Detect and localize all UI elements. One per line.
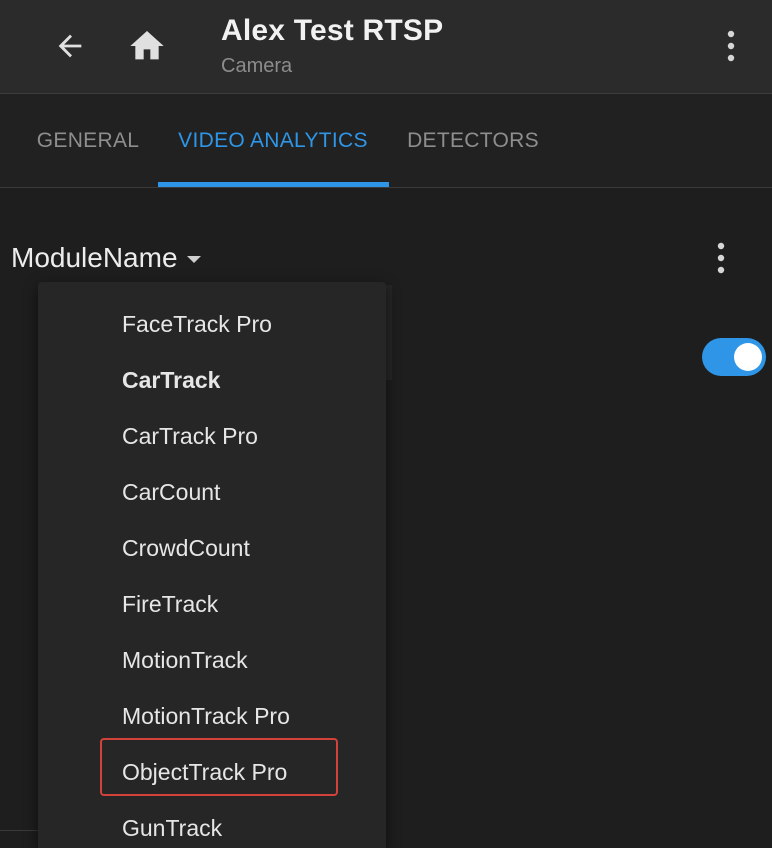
module-name-dropdown[interactable]: ModuleName: [11, 238, 202, 278]
divider: [0, 830, 40, 831]
module-name-label: ModuleName: [11, 242, 178, 273]
menu-item-motiontrack[interactable]: MotionTrack: [38, 632, 386, 688]
menu-item-cartrack[interactable]: CarTrack: [38, 352, 386, 408]
module-dropdown-menu: FaceTrack Pro CarTrack CarTrack Pro CarC…: [38, 282, 386, 848]
active-tab-indicator: [158, 182, 389, 187]
menu-item-objecttrack-pro[interactable]: ObjectTrack Pro: [38, 744, 386, 800]
more-vertical-icon: [717, 242, 725, 274]
back-button[interactable]: [46, 22, 94, 70]
home-button[interactable]: [122, 22, 172, 70]
menu-item-carcount[interactable]: CarCount: [38, 464, 386, 520]
tab-detectors[interactable]: DETECTORS: [390, 94, 556, 187]
module-more-button[interactable]: [701, 236, 741, 280]
more-options-button[interactable]: [712, 24, 750, 68]
app-bar: Alex Test RTSP Camera: [0, 0, 772, 94]
tab-general[interactable]: GENERAL: [20, 94, 156, 187]
menu-item-facetrack-pro[interactable]: FaceTrack Pro: [38, 296, 386, 352]
home-icon: [130, 31, 164, 60]
module-enable-toggle[interactable]: [702, 338, 766, 376]
tab-video-analytics[interactable]: VIDEO ANALYTICS: [158, 94, 388, 187]
camera-settings-page: Alex Test RTSP Camera GENERAL VIDEO ANAL…: [0, 0, 772, 848]
caret-down-icon: [186, 256, 201, 263]
menu-item-cartrack-pro[interactable]: CarTrack Pro: [38, 408, 386, 464]
menu-item-guntrack[interactable]: GunTrack: [38, 800, 386, 848]
page-subtitle: Camera: [221, 55, 293, 77]
menu-item-motiontrack-pro[interactable]: MotionTrack Pro: [38, 688, 386, 744]
menu-item-firetrack[interactable]: FireTrack: [38, 576, 386, 632]
tab-bar: GENERAL VIDEO ANALYTICS DETECTORS: [0, 94, 772, 188]
more-vertical-icon: [727, 30, 735, 62]
toggle-knob: [734, 343, 762, 371]
menu-item-crowdcount[interactable]: CrowdCount: [38, 520, 386, 576]
arrow-left-icon: [58, 34, 82, 58]
page-title: Alex Test RTSP: [221, 14, 444, 47]
